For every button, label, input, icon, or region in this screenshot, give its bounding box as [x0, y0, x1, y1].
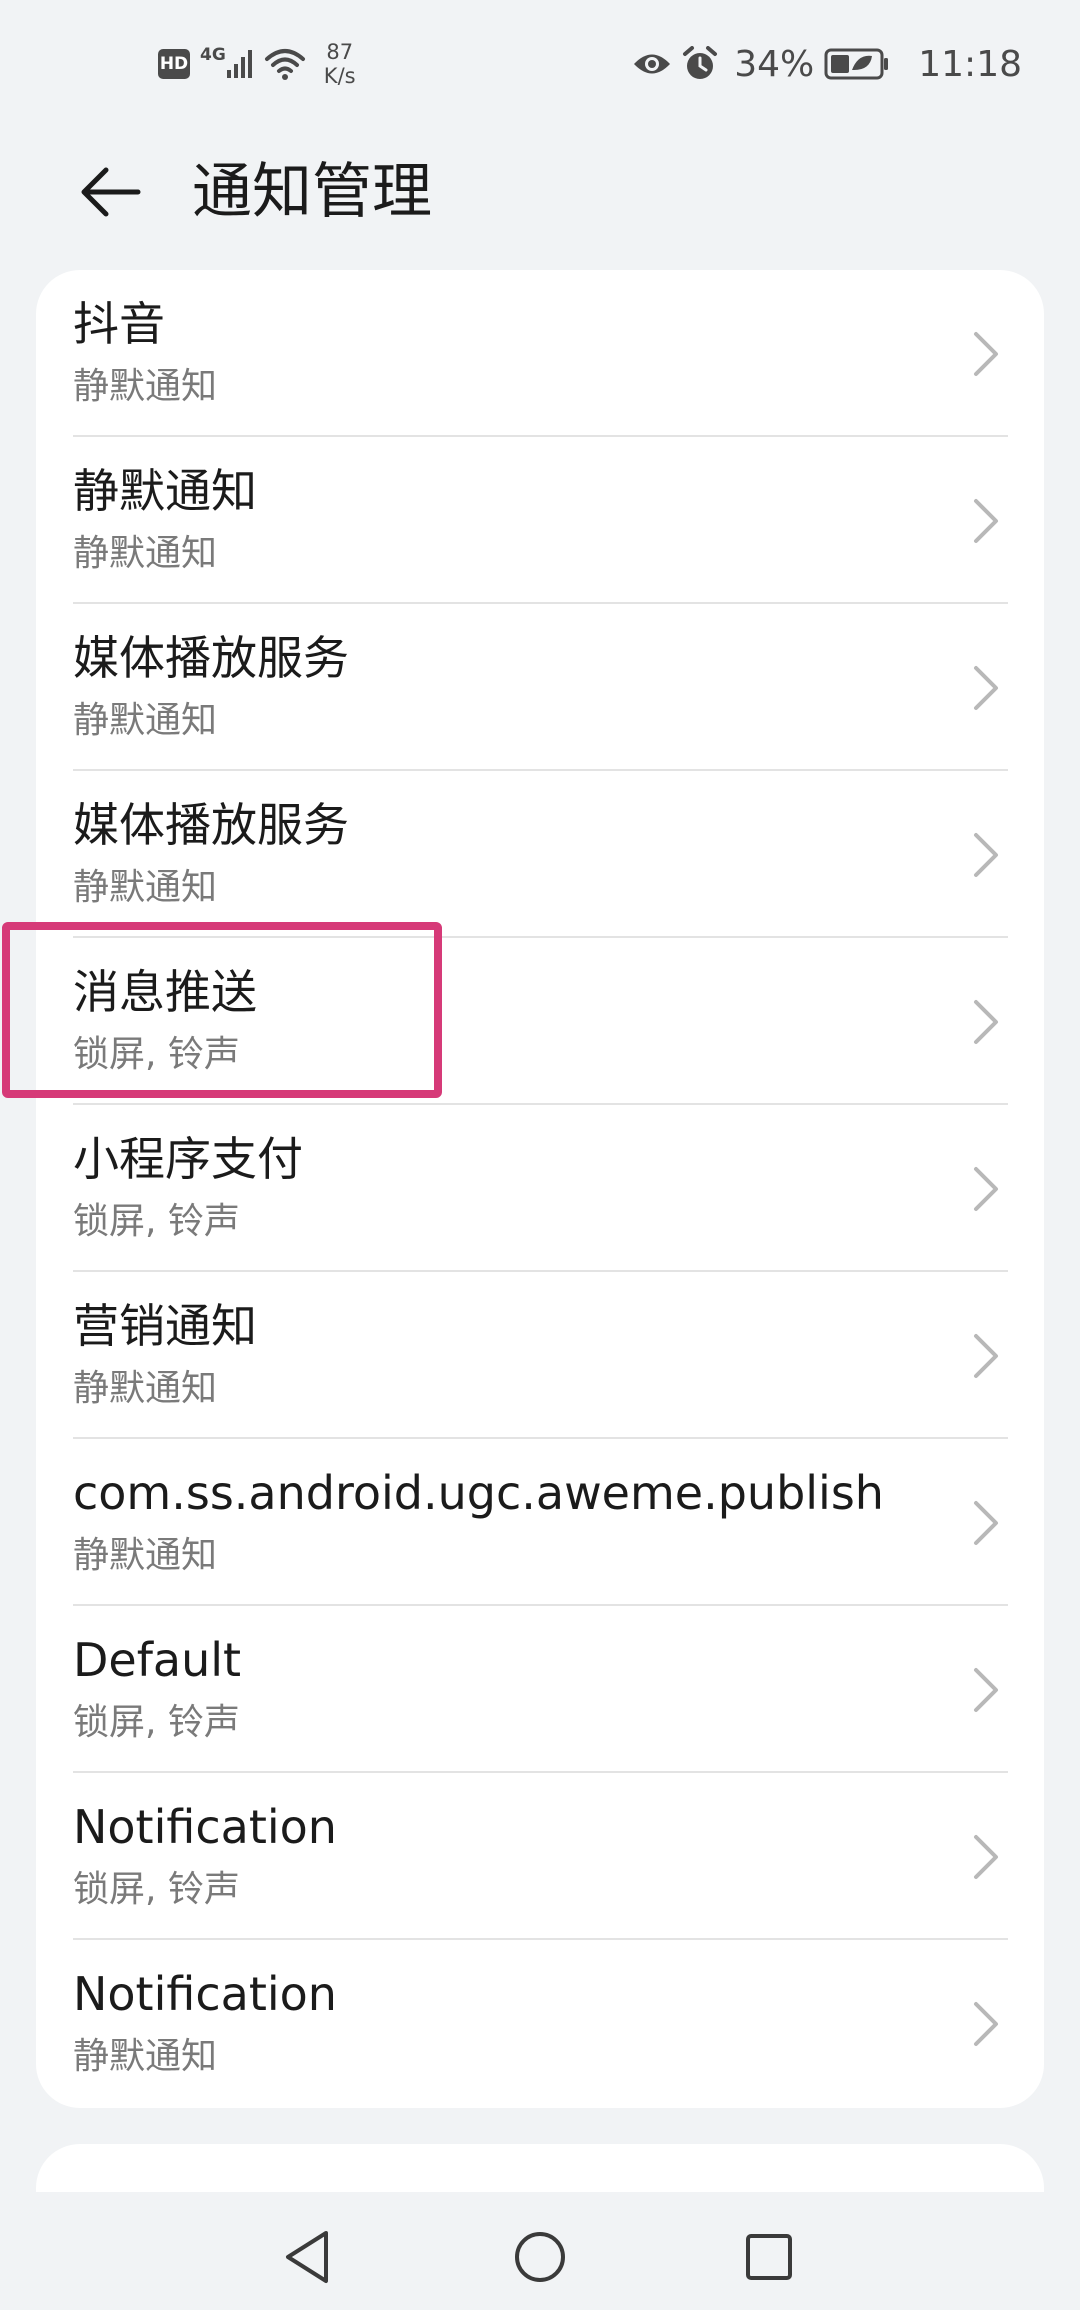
- list-item[interactable]: 静默通知 静默通知: [36, 437, 1044, 604]
- list-item[interactable]: 抖音 静默通知: [36, 270, 1044, 437]
- chevron-right-icon: [974, 2002, 998, 2046]
- item-title: com.ss.android.ugc.aweme.publish: [73, 1466, 884, 1520]
- chevron-right-icon: [974, 833, 998, 877]
- item-title: 抖音: [73, 297, 165, 351]
- navigation-bar: [0, 2192, 1080, 2310]
- speed-unit: K/s: [323, 64, 356, 88]
- highlight-box: [2, 922, 442, 1098]
- list-item[interactable]: com.ss.android.ugc.aweme.publish 静默通知: [36, 1439, 1044, 1606]
- header: 通知管理: [0, 130, 1080, 250]
- list-item[interactable]: Default 锁屏, 铃声: [36, 1606, 1044, 1773]
- network-type: 4G: [200, 45, 226, 65]
- notification-channel-list: 抖音 静默通知 静默通知 静默通知 媒体播放服务 静默通知 媒体播放服务 静默通…: [36, 270, 1044, 2108]
- alarm-icon: [683, 46, 718, 79]
- item-subtitle: 锁屏, 铃声: [73, 1702, 240, 1743]
- item-subtitle: 静默通知: [73, 1535, 218, 1576]
- item-title: Notification: [73, 1800, 337, 1854]
- wifi-icon: [264, 49, 305, 80]
- list-item[interactable]: 小程序支付 锁屏, 铃声: [36, 1105, 1044, 1272]
- back-button[interactable]: [70, 152, 150, 232]
- item-subtitle: 锁屏, 铃声: [73, 1201, 240, 1242]
- item-subtitle: 静默通知: [73, 700, 218, 741]
- list-item[interactable]: Notification 锁屏, 铃声: [36, 1773, 1044, 1940]
- item-subtitle: 静默通知: [73, 366, 218, 407]
- chevron-right-icon: [974, 666, 998, 710]
- chevron-right-icon: [974, 1167, 998, 1211]
- chevron-right-icon: [974, 1835, 998, 1879]
- nav-home-button[interactable]: [505, 2222, 575, 2292]
- circle-home-icon: [515, 2232, 565, 2282]
- chevron-right-icon: [974, 1000, 998, 1044]
- list-item[interactable]: Notification 静默通知: [36, 1940, 1044, 2107]
- item-subtitle: 静默通知: [73, 2036, 218, 2077]
- item-subtitle: 静默通知: [73, 867, 218, 908]
- item-title: 营销通知: [73, 1299, 257, 1353]
- list-item[interactable]: 媒体播放服务 静默通知: [36, 604, 1044, 771]
- page-title: 通知管理: [192, 157, 432, 227]
- item-title: 媒体播放服务: [73, 798, 349, 852]
- status-bar: HD 4G 87 K/s 34% 11:18: [0, 0, 1080, 120]
- status-left: HD 4G 87 K/s: [158, 36, 356, 92]
- item-subtitle: 锁屏, 铃声: [73, 1869, 240, 1910]
- signal-icon: [226, 50, 252, 78]
- chevron-right-icon: [974, 1334, 998, 1378]
- chevron-right-icon: [974, 1501, 998, 1545]
- list-item[interactable]: 营销通知 静默通知: [36, 1272, 1044, 1439]
- battery-percent: 34%: [734, 43, 815, 85]
- item-subtitle: 静默通知: [73, 533, 218, 574]
- item-title: 静默通知: [73, 464, 257, 518]
- speed-value: 87: [326, 40, 354, 64]
- battery-icon: [824, 48, 889, 80]
- status-right: 34% 11:18: [632, 36, 1022, 92]
- nav-back-button[interactable]: [272, 2222, 342, 2292]
- clock: 11:18: [918, 43, 1022, 85]
- chevron-right-icon: [974, 499, 998, 543]
- hd-badge: HD: [158, 49, 190, 79]
- chevron-right-icon: [974, 332, 998, 376]
- triangle-back-icon: [286, 2231, 328, 2283]
- item-title: 媒体播放服务: [73, 631, 349, 685]
- item-subtitle: 静默通知: [73, 1368, 218, 1409]
- list-item[interactable]: 媒体播放服务 静默通知: [36, 771, 1044, 938]
- network-speed: 87 K/s: [324, 40, 356, 88]
- item-title: Notification: [73, 1967, 337, 2021]
- chevron-right-icon: [974, 1668, 998, 1712]
- item-title: 小程序支付: [73, 1132, 303, 1186]
- eye-icon: [634, 54, 671, 74]
- item-title: Default: [73, 1633, 242, 1687]
- square-recents-icon: [746, 2234, 792, 2280]
- back-arrow-icon: [81, 167, 141, 217]
- nav-recents-button[interactable]: [734, 2222, 804, 2292]
